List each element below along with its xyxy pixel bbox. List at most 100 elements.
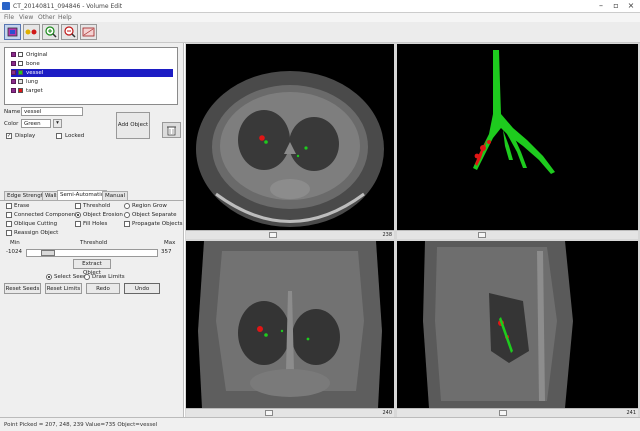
menu-bar: File View Other Help [0,13,640,22]
color-swatch [18,88,23,93]
menu-help[interactable]: Help [58,14,72,21]
draw-limits-label: Draw Limits [92,274,125,280]
object-list[interactable]: Original bone vessel lung target [4,47,178,105]
color-label: Color [4,121,19,127]
redo-button[interactable]: Redo [86,283,120,294]
sagittal-slice-slider[interactable] [499,410,507,416]
object-name: Original [26,52,48,58]
minimize-icon[interactable]: – [594,1,608,11]
reassign-object-label: Reassign Object [14,230,59,236]
visibility-icon[interactable] [11,52,16,57]
oblique-cutting-checkbox[interactable] [6,221,12,227]
fill-holes-checkbox[interactable] [75,221,81,227]
draw-limits-radio[interactable] [84,274,90,280]
visibility-icon[interactable] [11,88,16,93]
object-separate-radio[interactable] [124,212,130,218]
erase-label: Erase [14,203,30,209]
title-bar: CT_20140811_094846 - Volume Edit – ▫ × [0,0,640,13]
tab-semi-automatic[interactable]: Semi-Automatic [57,190,107,200]
axial-slice-slider[interactable] [269,232,277,238]
min-value: -1024 [6,249,22,255]
add-object-button[interactable]: Add Object [116,112,150,139]
object-erosion-radio[interactable] [75,212,81,218]
color-swatch [18,61,23,66]
oblique-cutting-label: Oblique Cutting [14,221,58,227]
reset-seeds-button[interactable]: Reset Seeds [4,283,41,294]
object-name: lung [26,79,38,85]
threshold-slider-thumb[interactable] [41,250,55,256]
menu-view[interactable]: View [19,14,33,21]
render-slider[interactable] [478,232,486,238]
display-checkbox[interactable]: ✓ [6,133,12,139]
object-separate-label: Object Separate [132,212,177,218]
color-field[interactable]: Green [21,119,51,128]
max-label: Max [164,240,176,246]
axial-slice-image [186,44,394,230]
coronal-view[interactable] [186,241,394,408]
trash-icon [167,126,176,136]
list-item[interactable]: bone [11,60,173,68]
name-label: Name [4,109,21,115]
axial-view[interactable] [186,44,394,230]
close-icon[interactable]: × [624,1,638,11]
color-picker-button[interactable]: ▾ [53,119,62,128]
visibility-icon[interactable] [11,79,16,84]
menu-file[interactable]: File [4,14,14,21]
coronal-slice-slider[interactable] [265,410,273,416]
list-item[interactable]: target [11,87,173,95]
region-grow-label: Region Grow [132,203,167,209]
locked-checkbox[interactable] [56,133,62,139]
reset-limits-button[interactable]: Reset Limits [45,283,82,294]
seed-tool-button[interactable] [23,24,40,40]
status-text: Point Picked = 207, 248, 239 Value=735 O… [4,422,158,428]
visibility-icon[interactable] [11,70,16,75]
sagittal-slice-bar: 241 [397,408,638,417]
object-name: vessel [26,70,44,76]
zoom-in-button[interactable] [42,24,59,40]
connected-component-checkbox[interactable] [6,212,12,218]
render-slice-bar [397,230,638,239]
list-item-selected[interactable]: vessel [11,69,173,77]
zoom-out-button[interactable] [61,24,78,40]
tab-manual[interactable]: Manual [102,191,128,200]
threshold-slider-label: Threshold [80,240,108,246]
menu-other[interactable]: Other [38,14,55,21]
toolbar [0,22,640,43]
render-view[interactable] [397,44,638,230]
color-swatch [18,52,23,57]
region-grow-radio[interactable] [124,203,130,209]
select-seeds-radio[interactable] [46,274,52,280]
screenshot-button[interactable] [80,24,97,40]
object-name: bone [26,61,40,67]
sagittal-slice-number: 241 [626,410,636,416]
sagittal-view[interactable] [397,241,638,408]
threshold-slider[interactable] [26,249,158,257]
sagittal-slice-image [397,241,638,408]
erase-object-button[interactable] [162,122,181,138]
maximize-icon[interactable]: ▫ [609,1,623,11]
locked-label: Locked [65,133,85,139]
extract-object-button[interactable]: Extract Object [73,259,111,276]
list-item[interactable]: Original [11,51,173,59]
vessel-render-image [397,44,638,230]
reassign-object-checkbox[interactable] [6,230,12,236]
tab-divider [0,200,184,201]
erase-checkbox[interactable] [6,203,12,209]
views-area: 238 240 241 [185,43,640,417]
propagate-objects-checkbox[interactable] [124,221,130,227]
display-label: Display [15,133,36,139]
volume-icon [7,27,18,37]
volume-tool-button[interactable] [4,24,21,40]
visibility-icon[interactable] [11,61,16,66]
axial-slice-number: 238 [382,232,392,238]
threshold-label: Threshold [83,203,111,209]
image-icon [82,27,95,37]
list-item[interactable]: lung [11,78,173,86]
control-panel: Original bone vessel lung target Name ve… [0,43,184,417]
color-swatch [18,70,23,75]
undo-button[interactable]: Undo [124,283,160,294]
status-bar: Point Picked = 207, 248, 239 Value=735 O… [0,417,640,431]
name-field[interactable]: vessel [21,107,83,116]
dots-icon [25,29,37,35]
threshold-checkbox[interactable] [75,203,81,209]
